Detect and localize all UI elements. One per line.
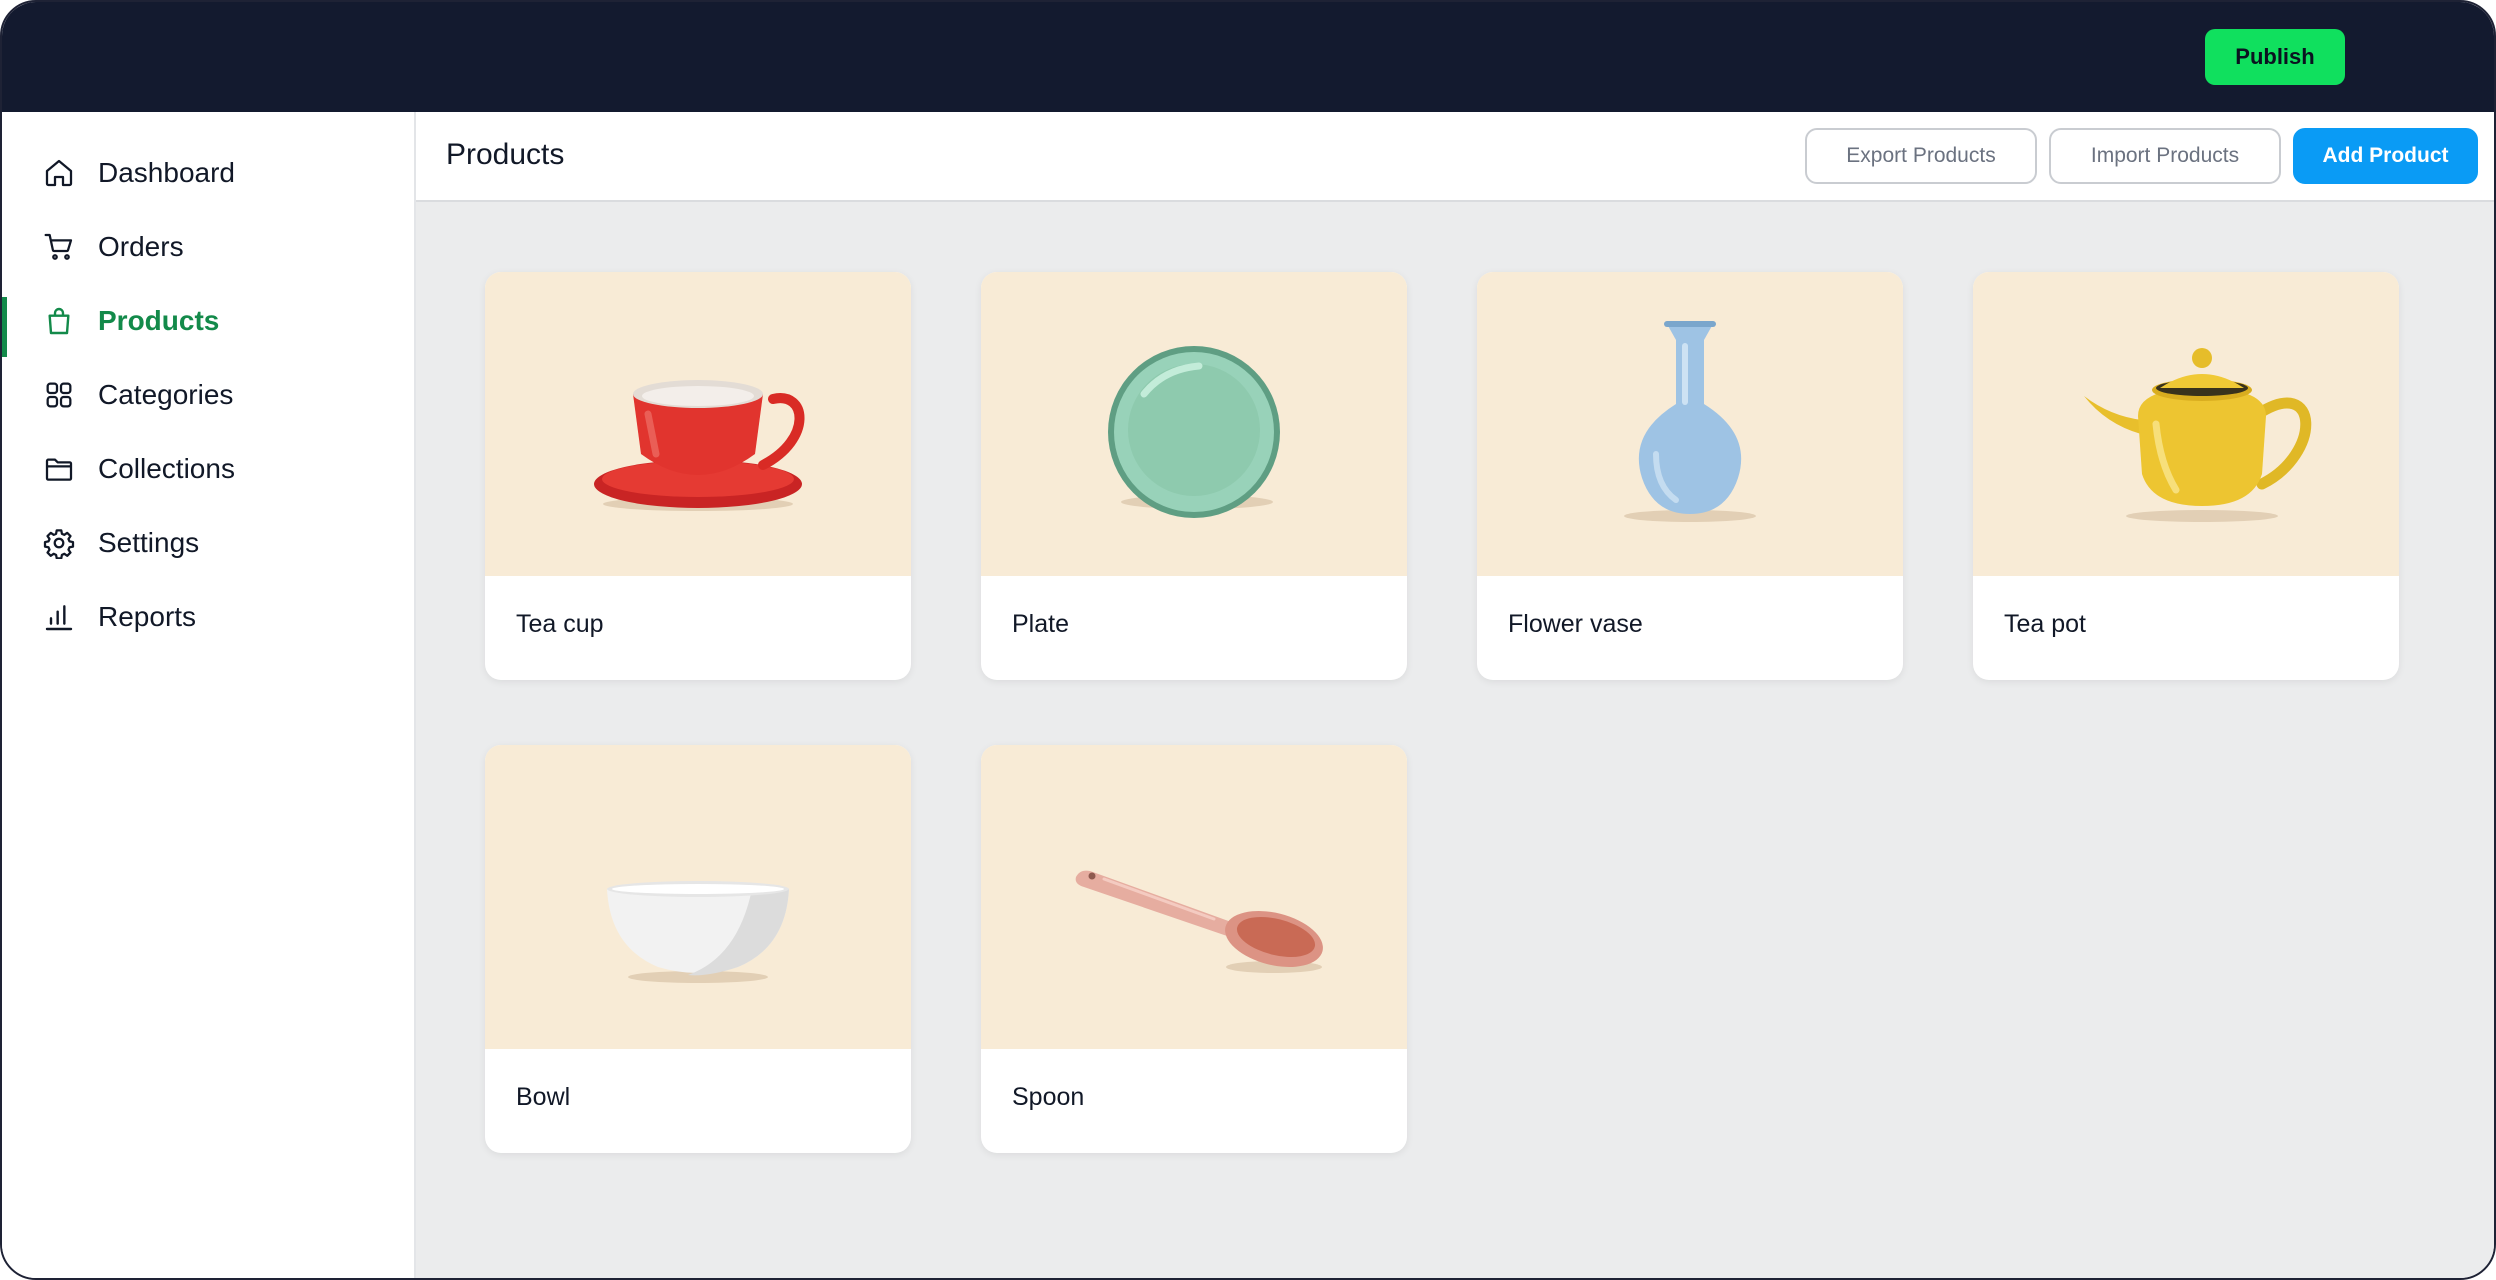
product-card-bowl[interactable]: Bowl: [485, 745, 911, 1153]
product-card-spoon[interactable]: Spoon: [981, 745, 1407, 1153]
sidebar: Dashboard Orders Products Categories Col…: [2, 112, 416, 1278]
spoon-image: [981, 745, 1407, 1049]
product-card-plate[interactable]: Plate: [981, 272, 1407, 680]
sidebar-item-settings[interactable]: Settings: [2, 513, 414, 573]
product-card-tea-cup[interactable]: Tea cup: [485, 272, 911, 680]
gear-icon: [42, 526, 76, 560]
page-header: Products Export Products Import Products…: [416, 112, 2494, 202]
import-products-button[interactable]: Import Products: [2049, 128, 2281, 184]
cart-icon: [42, 230, 76, 264]
grid-icon: [42, 378, 76, 412]
bar-chart-icon: [42, 600, 76, 634]
product-name: Spoon: [1012, 1083, 1085, 1111]
sidebar-item-collections[interactable]: Collections: [2, 439, 414, 499]
sidebar-item-label: Dashboard: [98, 157, 235, 188]
sidebar-item-products[interactable]: Products: [2, 291, 414, 357]
tea-cup-image: [485, 272, 911, 576]
add-product-button[interactable]: Add Product: [2293, 128, 2478, 184]
product-name: Tea pot: [2004, 610, 2087, 638]
sidebar-item-label: Settings: [98, 527, 200, 558]
bowl-image: [485, 745, 911, 1049]
tea-pot-image: [1973, 272, 2399, 576]
product-name: Flower vase: [1508, 610, 1643, 638]
app-window: Publish Dashboard Orders Products Catego…: [0, 0, 2496, 1280]
product-name: Plate: [1012, 610, 1069, 638]
sidebar-item-label: Collections: [98, 453, 235, 484]
publish-button[interactable]: Publish: [2205, 29, 2345, 85]
sidebar-item-orders[interactable]: Orders: [2, 217, 414, 277]
sidebar-item-label: Products: [98, 305, 220, 336]
product-card-tea-pot[interactable]: Tea pot: [1973, 272, 2399, 680]
product-card-flower-vase[interactable]: Flower vase: [1477, 272, 1903, 680]
main-content: Products Export Products Import Products…: [416, 112, 2494, 1278]
sidebar-item-label: Categories: [98, 379, 234, 410]
folder-icon: [42, 452, 76, 486]
flower-vase-image: [1477, 272, 1903, 576]
sidebar-item-label: Orders: [98, 231, 184, 262]
shopping-bag-icon: [42, 304, 76, 338]
page-title: Products: [446, 138, 565, 171]
export-products-button[interactable]: Export Products: [1805, 128, 2037, 184]
product-name: Bowl: [516, 1083, 571, 1111]
top-bar: Publish: [2, 2, 2494, 112]
home-icon: [42, 156, 76, 190]
product-name: Tea cup: [516, 610, 604, 638]
plate-image: [981, 272, 1407, 576]
sidebar-item-reports[interactable]: Reports: [2, 587, 414, 647]
sidebar-item-categories[interactable]: Categories: [2, 365, 414, 425]
active-indicator: [2, 297, 7, 357]
sidebar-item-dashboard[interactable]: Dashboard: [2, 143, 414, 203]
sidebar-item-label: Reports: [98, 601, 197, 632]
